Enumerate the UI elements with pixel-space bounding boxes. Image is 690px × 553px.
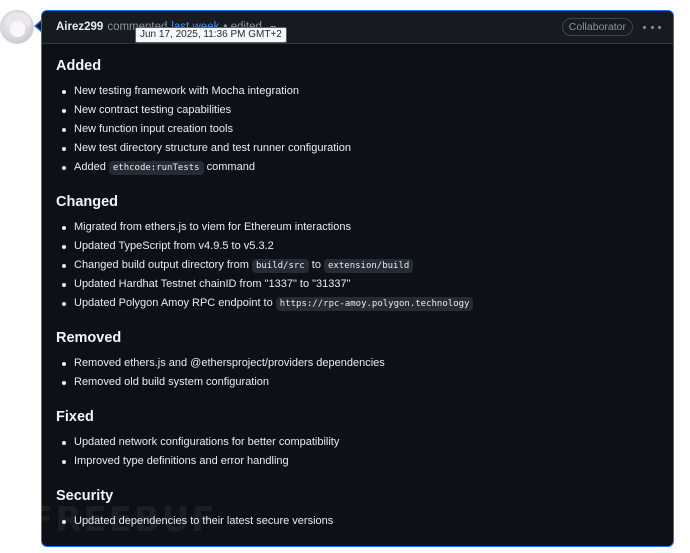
list-item: Migrated from ethers.js to viem for Ethe…: [56, 218, 659, 237]
list-item: Changed build output directory from buil…: [56, 256, 659, 275]
item-text: Added: [74, 161, 109, 173]
section-added: Added New testing framework with Mocha i…: [56, 54, 659, 177]
item-list: Updated dependencies to their latest sec…: [56, 512, 659, 531]
section-heading: Fixed: [56, 409, 94, 425]
timestamp-tooltip: Jun 17, 2025, 11:36 PM GMT+2: [135, 27, 287, 43]
list-item: Updated dependencies to their latest sec…: [56, 512, 659, 531]
section-removed: Removed Removed ethers.js and @etherspro…: [56, 326, 659, 392]
list-item: Updated TypeScript from v4.9.5 to v5.3.2: [56, 237, 659, 256]
list-item: New test directory structure and test ru…: [56, 139, 659, 158]
item-list: Migrated from ethers.js to viem for Ethe…: [56, 218, 659, 313]
kebab-dot: [643, 25, 646, 29]
list-item: Updated Polygon Amoy RPC endpoint to htt…: [56, 294, 659, 313]
list-item: New function input creation tools: [56, 120, 659, 139]
list-item: Added ethcode:runTests command: [56, 158, 659, 177]
list-item: New contract testing capabilities: [56, 101, 659, 120]
section-fixed: Fixed Updated network configurations for…: [56, 405, 659, 471]
inline-code: build/src: [251, 259, 309, 273]
avatar-face: [10, 21, 25, 37]
list-item: Updated Hardhat Testnet chainID from "13…: [56, 275, 659, 294]
list-item: New testing framework with Mocha integra…: [56, 82, 659, 101]
kebab-dot: [658, 25, 661, 29]
item-text: command: [203, 161, 255, 173]
section-heading: Security: [56, 488, 114, 504]
kebab-horizontal-icon[interactable]: [643, 21, 661, 33]
section-heading: Changed: [56, 194, 119, 210]
comment-body: Added New testing framework with Mocha i…: [42, 44, 673, 531]
list-item: Removed old build system configuration: [56, 373, 659, 392]
comment-card: Airez299 commented last week • edited Co…: [41, 10, 674, 547]
kebab-dot: [650, 25, 654, 29]
section-security: Security Updated dependencies to their l…: [56, 484, 659, 531]
list-item: Updated network configurations for bette…: [56, 433, 659, 452]
list-item: Removed ethers.js and @ethersproject/pro…: [56, 354, 659, 373]
user-avatar[interactable]: [0, 10, 34, 44]
section-heading: Added: [56, 58, 102, 74]
page: Airez299 commented last week • edited Co…: [0, 0, 690, 553]
role-badge: Collaborator: [561, 18, 633, 36]
author-link[interactable]: Airez299: [56, 21, 103, 33]
item-list: Updated network configurations for bette…: [56, 433, 659, 471]
item-text: to: [308, 259, 325, 271]
item-list: Removed ethers.js and @ethersproject/pro…: [56, 354, 659, 392]
inline-code: https://rpc-amoy.polygon.technology: [275, 297, 474, 311]
inline-code: ethcode:runTests: [108, 161, 204, 175]
section-changed: Changed Migrated from ethers.js to viem …: [56, 190, 659, 313]
item-text: Changed build output directory from: [74, 259, 252, 271]
item-text: Updated Polygon Amoy RPC endpoint to: [74, 297, 276, 309]
section-heading: Removed: [56, 330, 122, 346]
inline-code: extension/build: [324, 259, 414, 273]
list-item: Improved type definitions and error hand…: [56, 452, 659, 471]
item-list: New testing framework with Mocha integra…: [56, 82, 659, 177]
